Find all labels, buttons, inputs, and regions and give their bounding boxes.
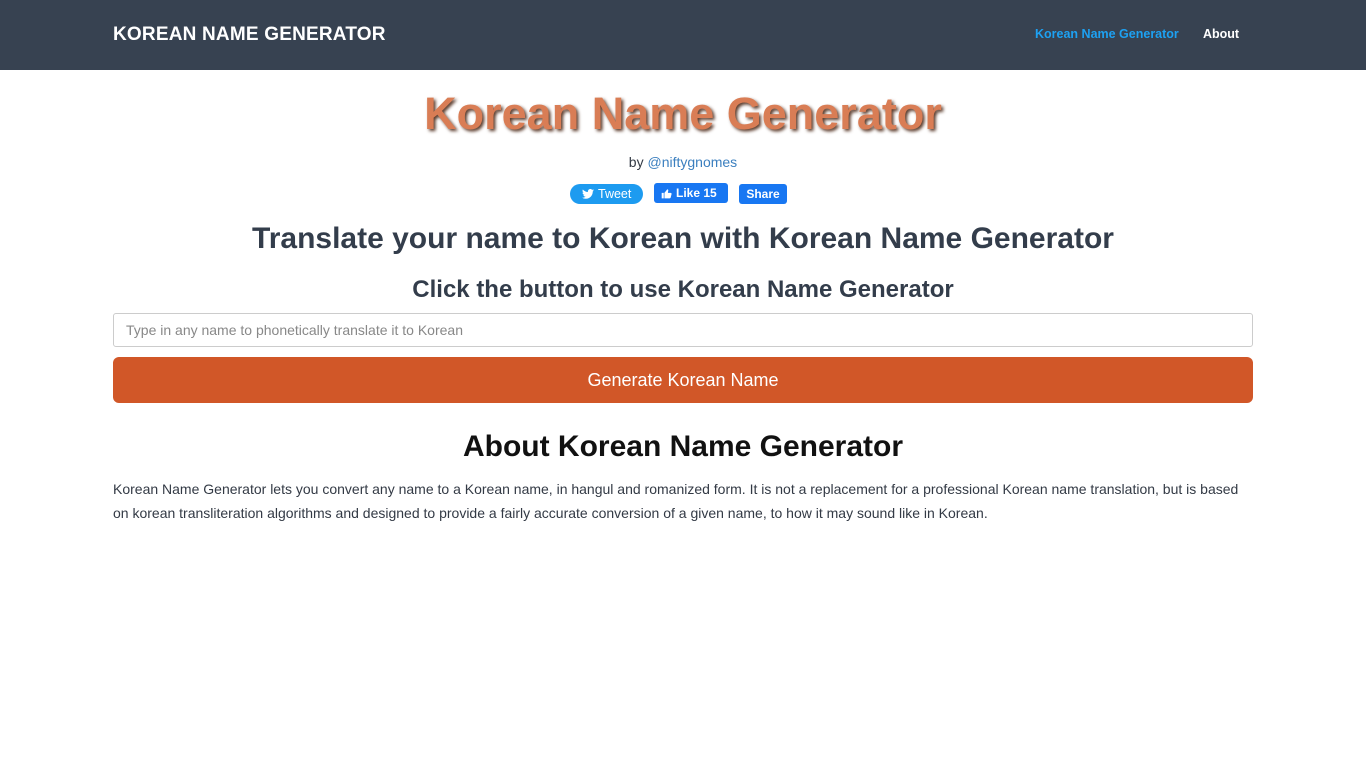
name-input[interactable] xyxy=(113,313,1253,347)
share-label: Share xyxy=(746,187,780,201)
twitter-bird-icon xyxy=(582,189,594,199)
thumbs-up-icon xyxy=(661,188,672,198)
brand-link[interactable]: KOREAN NAME GENERATOR xyxy=(113,24,386,46)
facebook-like-button[interactable]: Like 15 xyxy=(654,183,728,203)
author-link[interactable]: @niftygnomes xyxy=(647,154,737,170)
nav-link-about[interactable]: About xyxy=(1203,27,1239,41)
generate-korean-name-button[interactable]: Generate Korean Name xyxy=(113,357,1253,403)
nav-link-korean-name-generator[interactable]: Korean Name Generator xyxy=(1035,27,1179,41)
about-heading: About Korean Name Generator xyxy=(462,430,904,463)
about-text: Korean Name Generator lets you convert a… xyxy=(113,481,1239,521)
byline: by @niftygnomes xyxy=(0,154,1366,170)
translate-heading: Translate your name to Korean with Korea… xyxy=(252,222,1114,255)
click-heading: Click the button to use Korean Name Gene… xyxy=(412,276,954,303)
tweet-label: Tweet xyxy=(598,187,632,201)
navbar: KOREAN NAME GENERATOR Korean Name Genera… xyxy=(0,0,1366,70)
tweet-button[interactable]: Tweet xyxy=(570,184,643,204)
page-title: Korean Name Generator xyxy=(424,88,942,139)
facebook-share-button[interactable]: Share xyxy=(739,184,787,204)
byline-prefix: by xyxy=(628,154,644,170)
like-label: Like 15 xyxy=(676,186,717,200)
